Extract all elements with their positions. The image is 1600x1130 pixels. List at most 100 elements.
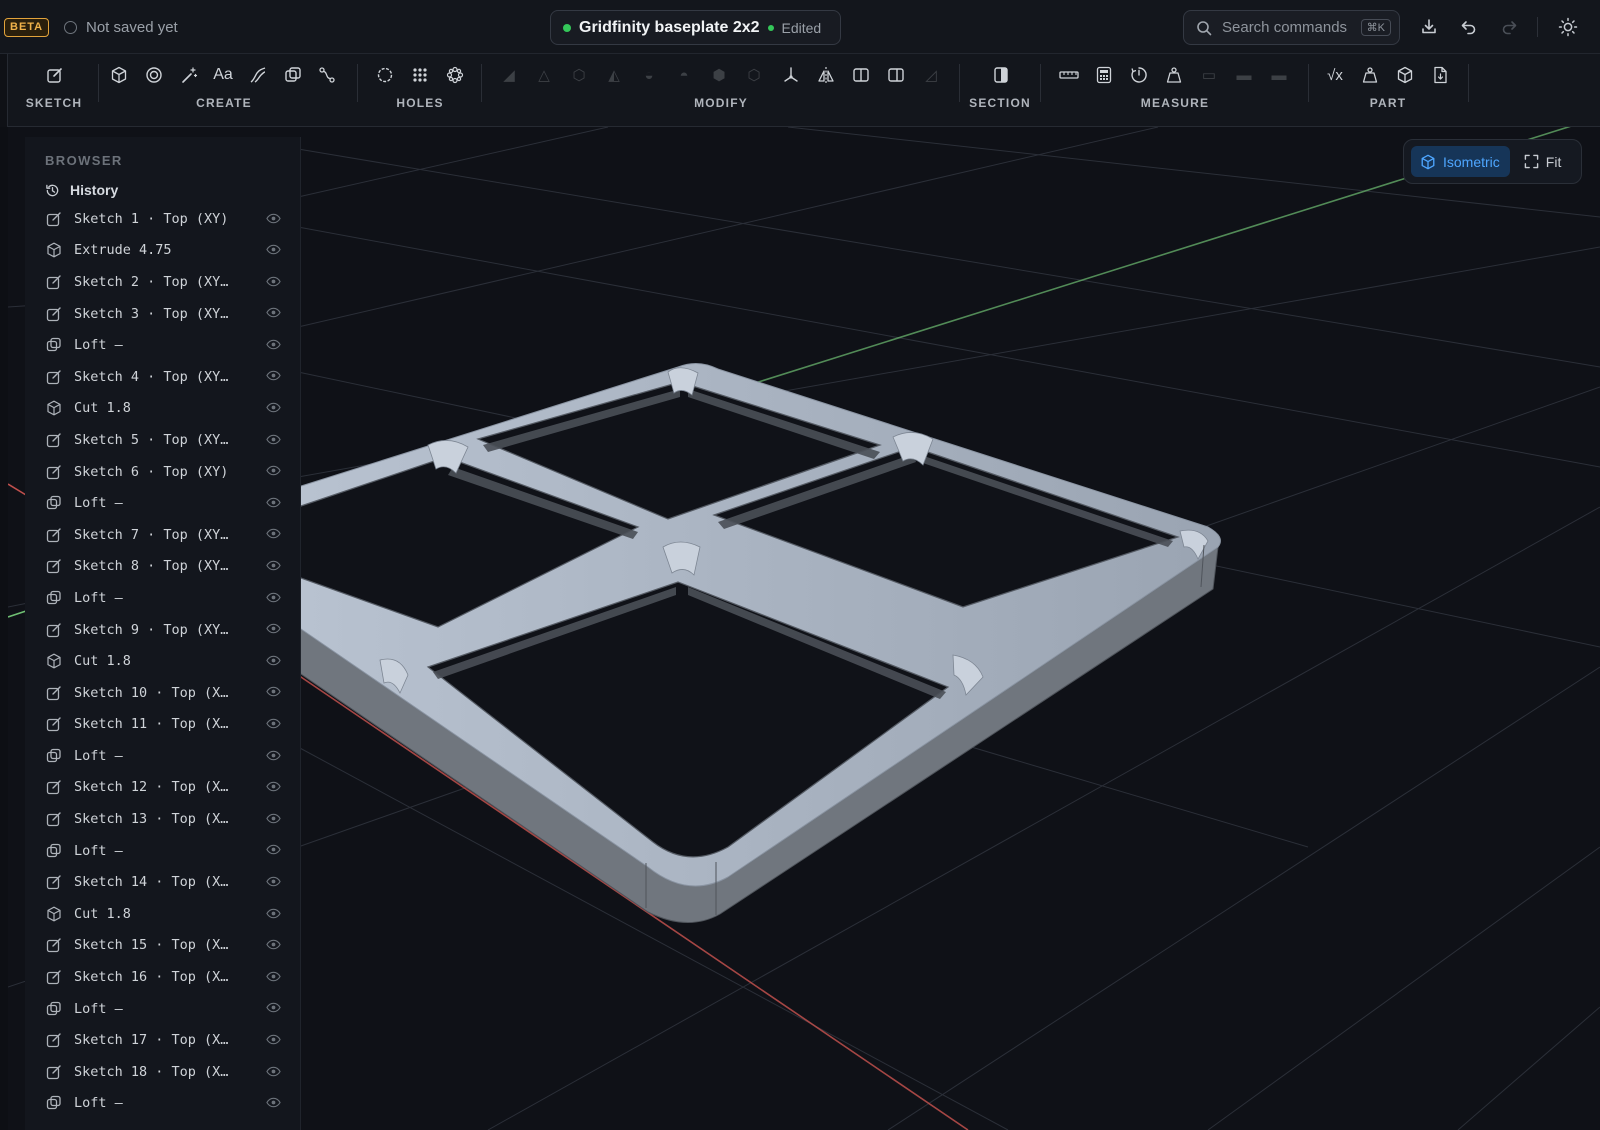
- command-search[interactable]: Search commands ⌘K: [1183, 10, 1400, 45]
- history-item[interactable]: Cut 1.8: [45, 898, 281, 930]
- undo-icon[interactable]: [1458, 16, 1480, 38]
- visibility-eye-icon[interactable]: [265, 748, 281, 762]
- document-title-pill[interactable]: Gridfinity baseplate 2x2 Edited: [550, 10, 841, 45]
- split-face-icon[interactable]: [885, 64, 907, 86]
- history-item[interactable]: Loft –: [45, 487, 281, 519]
- history-item[interactable]: Sketch 4 · Top (XY…: [45, 361, 281, 393]
- hole-icon[interactable]: [374, 64, 396, 86]
- mirror-icon[interactable]: [815, 64, 837, 86]
- text-tool-icon[interactable]: Aa: [212, 64, 234, 86]
- history-item[interactable]: Loft –: [45, 582, 281, 614]
- visibility-eye-icon[interactable]: [265, 811, 281, 825]
- history-item[interactable]: Sketch 16 · Top (X…: [45, 961, 281, 993]
- history-item[interactable]: Sketch 5 · Top (XY…: [45, 424, 281, 456]
- visibility-eye-icon[interactable]: [265, 685, 281, 699]
- history-item[interactable]: Sketch 12 · Top (X…: [45, 772, 281, 804]
- measure-b-icon[interactable]: ▬: [1233, 64, 1255, 86]
- visibility-eye-icon[interactable]: [265, 874, 281, 888]
- visibility-eye-icon[interactable]: [265, 369, 281, 383]
- visibility-eye-icon[interactable]: [265, 1032, 281, 1046]
- history-item[interactable]: Loft –: [45, 835, 281, 867]
- visibility-eye-icon[interactable]: [265, 938, 281, 952]
- measure-a-icon[interactable]: ▭: [1198, 64, 1220, 86]
- extrude-icon[interactable]: [108, 64, 130, 86]
- visibility-eye-icon[interactable]: [265, 495, 281, 509]
- visibility-eye-icon[interactable]: [265, 211, 281, 225]
- ruler-icon[interactable]: [1058, 64, 1080, 86]
- history-item[interactable]: Sketch 14 · Top (X…: [45, 866, 281, 898]
- history-item[interactable]: Cut 1.8: [45, 393, 281, 425]
- part-cube-icon[interactable]: [1394, 64, 1416, 86]
- mass-icon[interactable]: [1163, 64, 1185, 86]
- download-icon[interactable]: [1418, 16, 1440, 38]
- visibility-eye-icon[interactable]: [265, 527, 281, 541]
- history-item[interactable]: Sketch 18 · Top (X…: [45, 1056, 281, 1088]
- history-item[interactable]: Sketch 3 · Top (XY…: [45, 298, 281, 330]
- history-item[interactable]: Cut 1.8: [45, 645, 281, 677]
- history-item[interactable]: Loft –: [45, 329, 281, 361]
- history-item[interactable]: Sketch 15 · Top (X…: [45, 930, 281, 962]
- history-item[interactable]: Sketch 9 · Top (XY…: [45, 614, 281, 646]
- angle-icon[interactable]: [1128, 64, 1150, 86]
- history-item[interactable]: Loft –: [45, 740, 281, 772]
- visibility-eye-icon[interactable]: [265, 464, 281, 478]
- visibility-eye-icon[interactable]: [265, 306, 281, 320]
- visibility-eye-icon[interactable]: [265, 243, 281, 257]
- combine-icon[interactable]: ◒: [638, 64, 660, 86]
- history-item[interactable]: Sketch 1 · Top (XY): [45, 203, 281, 235]
- move-icon[interactable]: [780, 64, 802, 86]
- history-header[interactable]: History: [45, 181, 118, 199]
- visibility-eye-icon[interactable]: [265, 401, 281, 415]
- magic-icon[interactable]: [178, 64, 200, 86]
- loft-icon[interactable]: [247, 64, 269, 86]
- replace-icon[interactable]: ◿: [920, 64, 942, 86]
- shell-icon[interactable]: ⬡: [568, 64, 590, 86]
- visibility-eye-icon[interactable]: [265, 337, 281, 351]
- section-icon[interactable]: [990, 64, 1012, 86]
- sqrt-icon[interactable]: √x: [1324, 64, 1346, 86]
- visibility-eye-icon[interactable]: [265, 653, 281, 667]
- visibility-eye-icon[interactable]: [265, 843, 281, 857]
- history-item[interactable]: Sketch 10 · Top (X…: [45, 677, 281, 709]
- history-item[interactable]: Sketch 11 · Top (X…: [45, 709, 281, 741]
- history-item[interactable]: Extrude 4.75: [45, 235, 281, 267]
- history-item[interactable]: Sketch 2 · Top (XY…: [45, 266, 281, 298]
- draft-icon[interactable]: ◭: [603, 64, 625, 86]
- thicken-icon[interactable]: ⬡: [743, 64, 765, 86]
- sweep-icon[interactable]: [316, 64, 338, 86]
- visibility-eye-icon[interactable]: [265, 1001, 281, 1015]
- measure-c-icon[interactable]: ▬: [1268, 64, 1290, 86]
- sketch-icon[interactable]: [44, 64, 66, 86]
- visibility-eye-icon[interactable]: [265, 622, 281, 636]
- visibility-eye-icon[interactable]: [265, 906, 281, 920]
- circular-pattern-icon[interactable]: [444, 64, 466, 86]
- split-icon[interactable]: ⬢: [708, 64, 730, 86]
- visibility-eye-icon[interactable]: [265, 1096, 281, 1110]
- split-body-icon[interactable]: [850, 64, 872, 86]
- redo-icon[interactable]: [1498, 16, 1520, 38]
- history-item[interactable]: Sketch 13 · Top (X…: [45, 803, 281, 835]
- history-item[interactable]: Sketch 8 · Top (XY…: [45, 551, 281, 583]
- offset-icon[interactable]: ◓: [673, 64, 695, 86]
- history-item[interactable]: Sketch 6 · Top (XY): [45, 456, 281, 488]
- fit-button[interactable]: Fit: [1516, 146, 1570, 177]
- revolve-icon[interactable]: [143, 64, 165, 86]
- visibility-eye-icon[interactable]: [265, 590, 281, 604]
- shape-icon[interactable]: [282, 64, 304, 86]
- history-item[interactable]: Loft –: [45, 993, 281, 1025]
- fillet-icon[interactable]: ◢: [498, 64, 520, 86]
- calculator-icon[interactable]: [1093, 64, 1115, 86]
- visibility-eye-icon[interactable]: [265, 274, 281, 288]
- visibility-eye-icon[interactable]: [265, 780, 281, 794]
- chamfer-icon[interactable]: △: [533, 64, 555, 86]
- visibility-eye-icon[interactable]: [265, 969, 281, 983]
- export-file-icon[interactable]: [1429, 64, 1451, 86]
- visibility-eye-icon[interactable]: [265, 559, 281, 573]
- history-item[interactable]: Loft –: [45, 1088, 281, 1120]
- visibility-eye-icon[interactable]: [265, 1064, 281, 1078]
- rect-pattern-icon[interactable]: [409, 64, 431, 86]
- visibility-eye-icon[interactable]: [265, 717, 281, 731]
- history-item[interactable]: Sketch 17 · Top (X…: [45, 1024, 281, 1056]
- weight-icon[interactable]: [1359, 64, 1381, 86]
- theme-sun-icon[interactable]: [1557, 16, 1579, 38]
